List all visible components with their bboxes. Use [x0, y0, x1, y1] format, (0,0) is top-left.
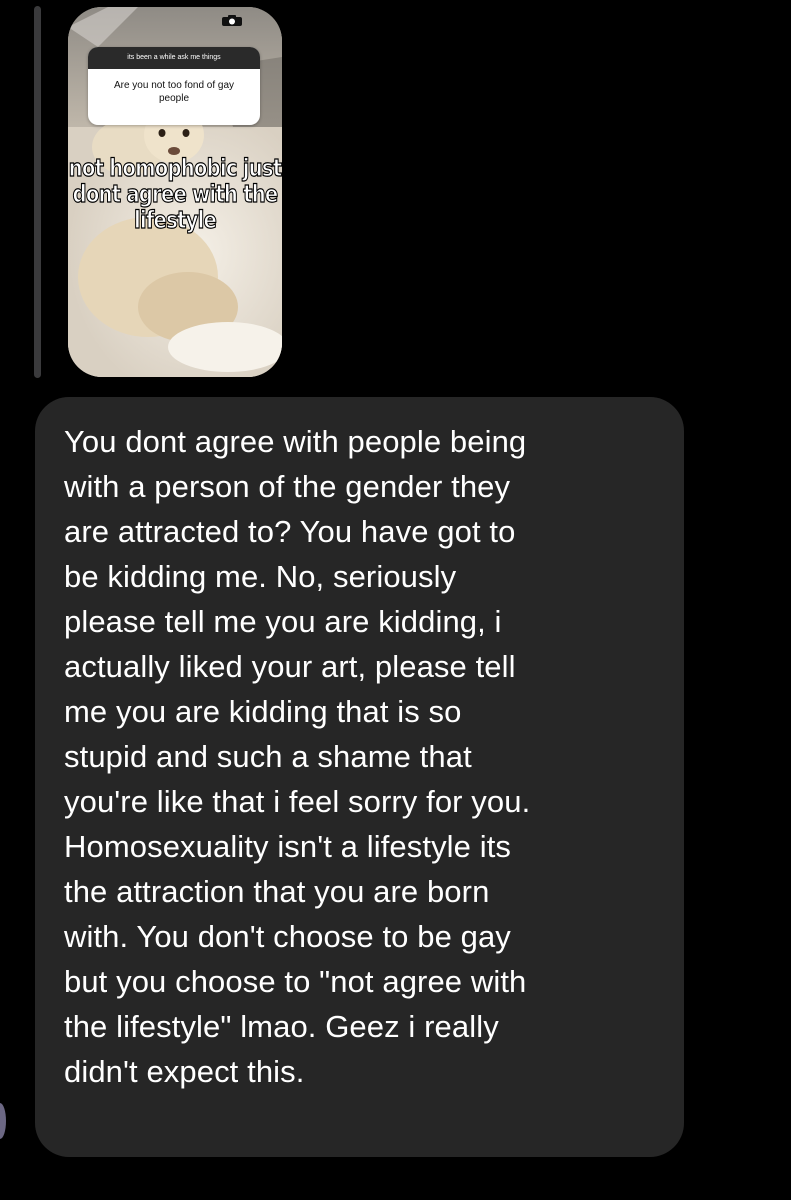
camera-icon — [222, 15, 242, 26]
story-reply-preview[interactable]: its been a while ask me things Are you n… — [68, 7, 282, 377]
meme-caption-text: not homophobic just dont agree with the … — [68, 154, 282, 234]
meme-caption: not homophobic just dont agree with the … — [68, 154, 282, 234]
avatar[interactable] — [0, 1103, 6, 1139]
question-sticker-text: Are you not too fond of gay people — [113, 80, 235, 104]
message-bubble[interactable]: You dont agree with people being with a … — [35, 397, 684, 1157]
story-reply-bar — [34, 6, 41, 378]
message-text: You dont agree with people being with a … — [64, 424, 531, 1089]
question-sticker-prompt: its been a while ask me things — [88, 47, 260, 69]
question-sticker: its been a while ask me things Are you n… — [88, 47, 260, 125]
